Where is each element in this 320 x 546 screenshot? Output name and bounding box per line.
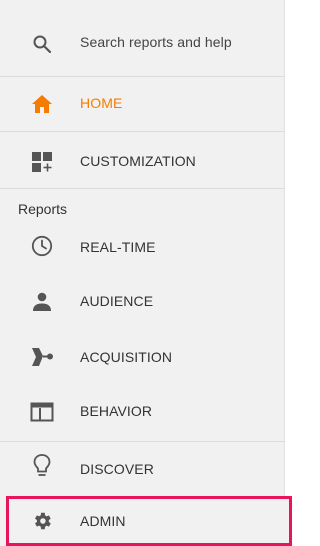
nav-item-home-label: HOME: [80, 95, 123, 111]
person-icon: [30, 290, 54, 314]
behavior-icon: [30, 400, 54, 424]
nav-item-admin-label: ADMIN: [80, 513, 126, 529]
reports-section-title: Reports: [18, 201, 68, 217]
divider: [0, 188, 285, 189]
customization-icon: [30, 150, 54, 174]
acquisition-icon: [30, 345, 54, 369]
nav-item-real-time-label: REAL-TIME: [80, 239, 156, 255]
nav-item-discover[interactable]: DISCOVER: [0, 442, 285, 496]
nav-item-customization-label: CUSTOMIZATION: [80, 153, 196, 169]
lightbulb-icon: [30, 454, 54, 478]
clock-icon: [30, 234, 54, 258]
nav-item-behavior[interactable]: BEHAVIOR: [0, 386, 285, 438]
nav-item-discover-label: DISCOVER: [80, 461, 154, 477]
nav-item-acquisition[interactable]: ACQUISITION: [0, 330, 285, 384]
search-row[interactable]: Search reports and help: [0, 14, 285, 74]
nav-item-real-time[interactable]: REAL-TIME: [0, 222, 285, 274]
search-input[interactable]: Search reports and help: [80, 34, 232, 50]
home-icon: [30, 92, 54, 116]
nav-item-admin[interactable]: ADMIN: [6, 496, 292, 546]
nav-item-customization[interactable]: CUSTOMIZATION: [0, 132, 285, 188]
nav-item-behavior-label: BEHAVIOR: [80, 403, 153, 419]
nav-item-audience-label: AUDIENCE: [80, 293, 154, 309]
nav-item-home[interactable]: HOME: [0, 77, 285, 131]
nav-item-acquisition-label: ACQUISITION: [80, 349, 173, 365]
search-icon: [30, 32, 54, 56]
sidebar-panel: Search reports and help HOME CUSTOMIZATI…: [0, 0, 285, 546]
nav-item-audience[interactable]: AUDIENCE: [0, 276, 285, 328]
gear-icon: [30, 509, 54, 533]
